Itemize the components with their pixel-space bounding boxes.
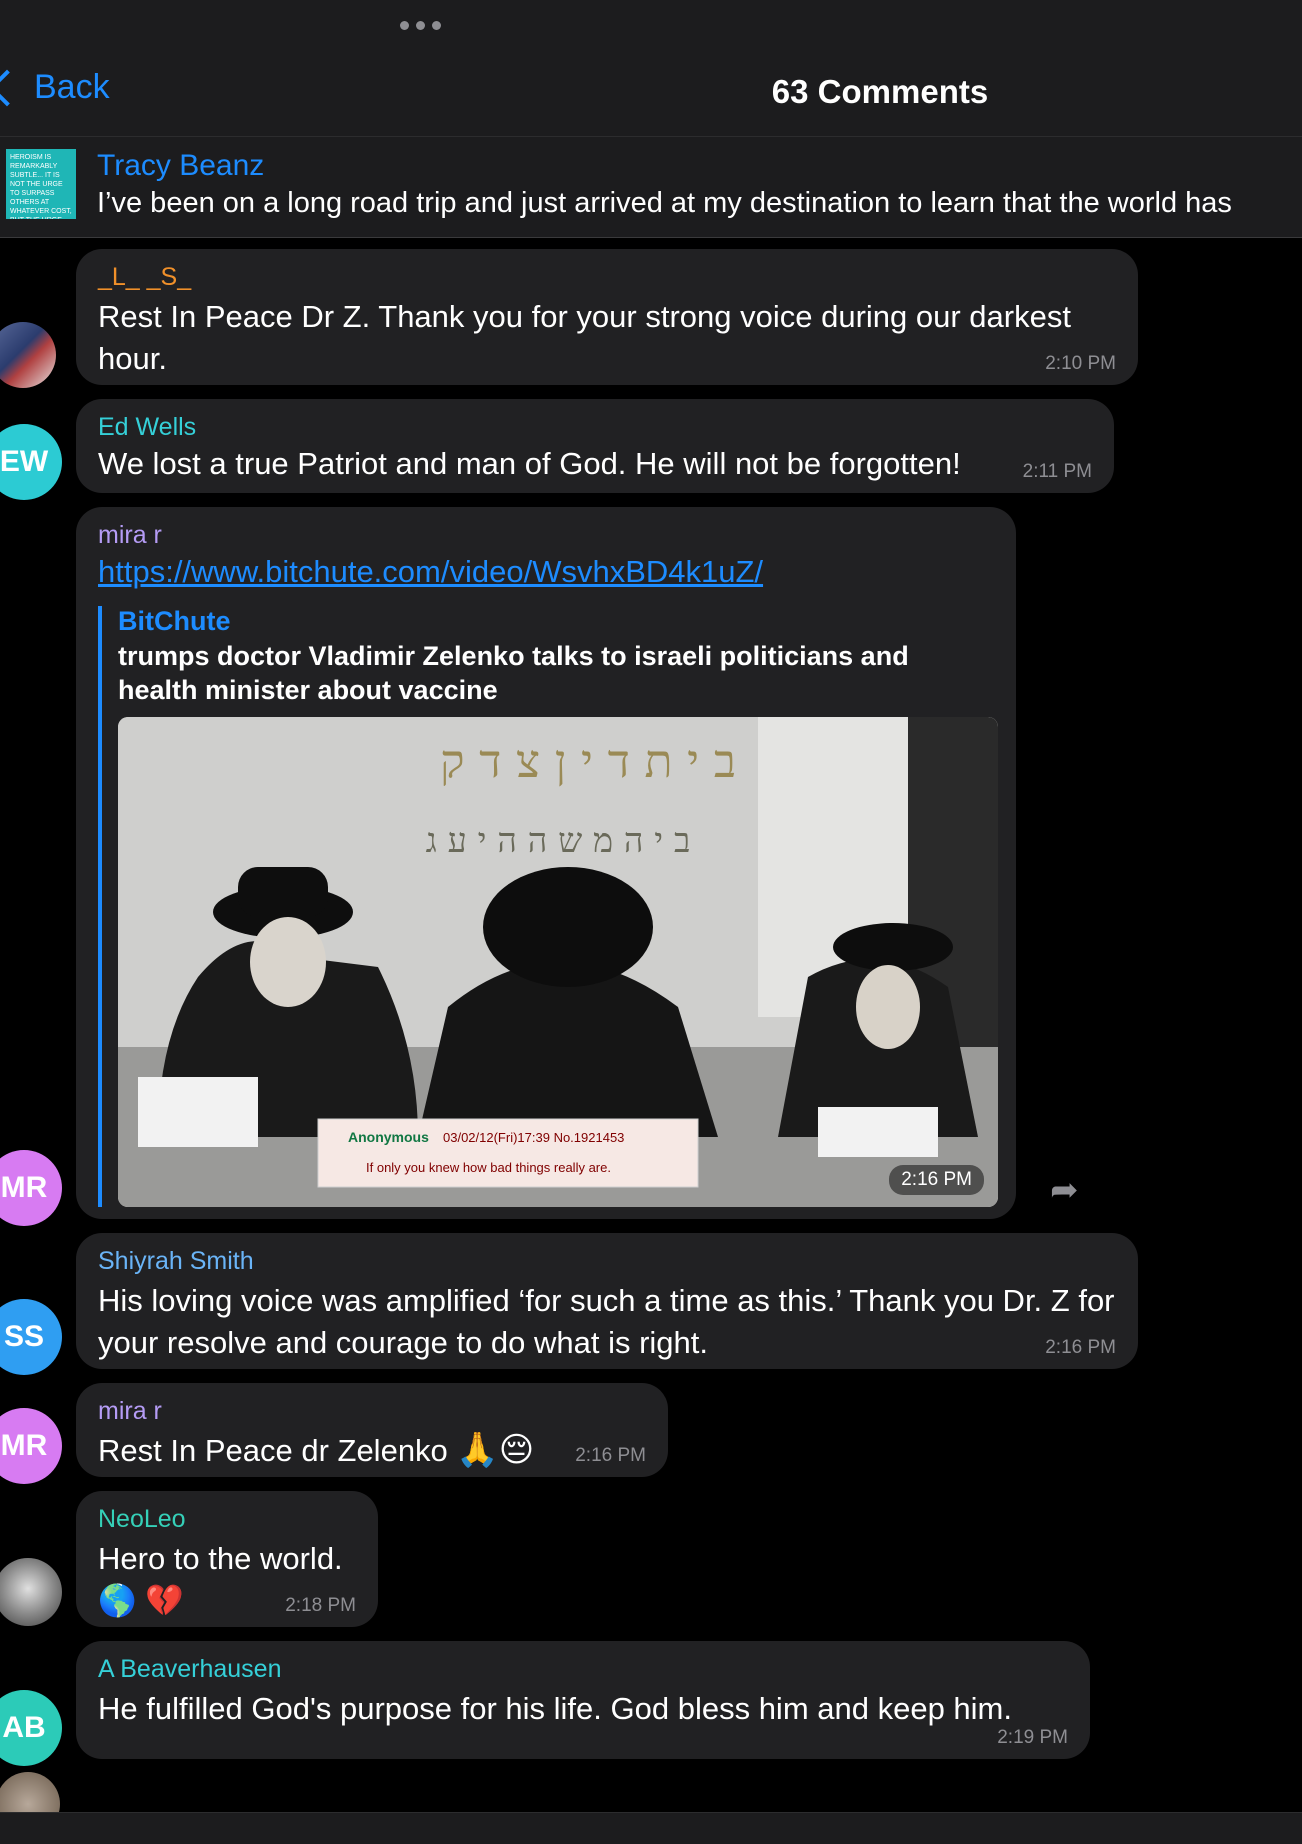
message-author[interactable]: _L_ _S_ [98,263,1116,292]
pinned-message[interactable]: HEROISM IS REMARKABLY SUBTLE... IT IS NO… [0,137,1302,238]
composer-bar[interactable] [0,1812,1302,1844]
message-time: 2:19 PM [997,1727,1068,1748]
avatar[interactable]: MR [0,1408,62,1484]
message-text: Hero to the world. [98,1541,343,1576]
message-text: Rest In Peace Dr Z. Thank you for your s… [98,299,1071,376]
overlay-text: If only you knew how bad things really a… [366,1160,611,1175]
message-time: 2:18 PM [285,1595,356,1616]
message-bubble[interactable]: mira r https://www.bitchute.com/video/Ws… [76,507,1016,1219]
message-bubble[interactable]: Ed Wells We lost a true Patriot and man … [76,399,1114,493]
message-author[interactable]: Shiyrah Smith [98,1247,1116,1276]
message-text: Rest In Peace dr Zelenko [98,1433,448,1468]
pinned-author: Tracy Beanz [97,149,265,182]
avatar[interactable] [0,1558,62,1626]
message-time: 2:16 PM [575,1445,646,1466]
preview-site: BitChute [118,606,231,636]
message-bubble[interactable]: _L_ _S_ Rest In Peace Dr Z. Thank you fo… [76,249,1138,385]
message-author[interactable]: A Beaverhausen [98,1655,1068,1684]
preview-title: trumps doctor Vladimir Zelenko talks to … [118,641,909,705]
message-time: 2:16 PM [1045,1337,1116,1358]
avatar[interactable]: AB [0,1690,62,1766]
message-text: He fulfilled God's purpose for his life.… [98,1691,1012,1726]
page-title: 63 Comments [771,73,989,110]
svg-text:ב י ת ד י ן צ ד ק: ב י ת ד י ן צ ד ק [440,734,736,788]
pray-emoji-icon: 🙏😔 [456,1431,535,1469]
avatar[interactable]: SS [0,1299,62,1375]
message-author[interactable]: mira r [98,1397,646,1426]
message-text: His loving voice was amplified ‘for such… [98,1283,1115,1360]
more-dots-icon[interactable] [400,15,450,35]
message-author[interactable]: NeoLeo [98,1505,356,1534]
link-preview[interactable]: BitChute trumps doctor Vladimir Zelenko … [98,606,998,1207]
message-bubble[interactable]: A Beaverhausen He fulfilled God's purpos… [76,1641,1090,1759]
message-time: 2:10 PM [1045,353,1116,374]
overlay-name: Anonymous [348,1129,429,1145]
overlay-meta: 03/02/12(Fri)17:39 No.1921453 [443,1130,624,1145]
message-author[interactable]: mira r [98,521,994,550]
message-time: 2:16 PM [889,1165,984,1195]
message-bubble[interactable]: Shiyrah Smith His loving voice was ampli… [76,1233,1138,1369]
pinned-thumbnail: HEROISM IS REMARKABLY SUBTLE... IT IS NO… [6,149,76,219]
message-time: 2:11 PM [1022,461,1092,482]
avatar[interactable] [0,322,56,388]
svg-text:ב י ה מ ש ה ה י ע ג: ב י ה מ ש ה ה י ע ג [426,821,691,861]
video-thumbnail[interactable]: ב י ת ד י ן צ ד ק ב י ה מ ש ה ה י ע ג An… [118,717,998,1207]
avatar[interactable]: MR [0,1150,62,1226]
message-bubble[interactable]: mira r Rest In Peace dr Zelenko 🙏😔 2:16 … [76,1383,668,1477]
message-link[interactable]: https://www.bitchute.com/video/WsvhxBD4k… [98,554,994,590]
forward-icon[interactable]: ➦ [1050,1170,1079,1210]
top-bar [0,0,1302,137]
message-text: We lost a true Patriot and man of God. H… [98,446,961,481]
message-bubble[interactable]: NeoLeo Hero to the world. 🌎 💔 2:18 PM [76,1491,378,1627]
avatar[interactable]: EW [0,424,62,500]
message-author[interactable]: Ed Wells [98,413,1092,442]
video-scene: ב י ת ד י ן צ ד ק ב י ה מ ש ה ה י ע ג An… [118,717,998,1207]
pinned-text: I’ve been on a long road trip and just a… [97,187,1232,219]
